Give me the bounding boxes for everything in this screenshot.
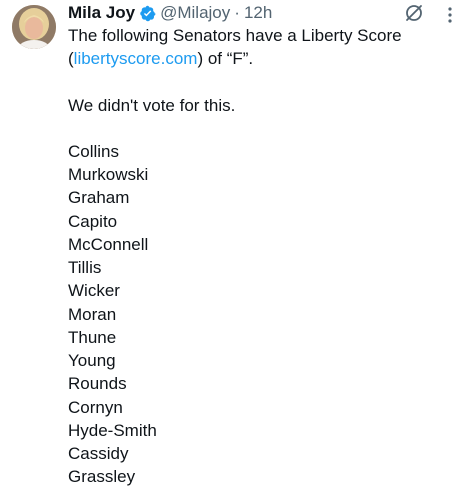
grok-icon[interactable] (404, 3, 424, 23)
user-handle[interactable]: @Milajoy (160, 2, 230, 24)
avatar-image (12, 5, 56, 49)
senator-name: Thune (68, 327, 117, 347)
senator-name: Collins (68, 141, 120, 161)
senator-name: Murkowski (68, 165, 149, 184)
more-options-icon[interactable] (441, 5, 459, 25)
senator-name: Wicker (68, 281, 120, 301)
senator-name: Tillis (68, 258, 102, 277)
tweet-header: Mila Joy @Milajoy · 12h (68, 2, 272, 24)
senator-name: Hyde-Smith (68, 420, 157, 440)
avatar[interactable] (12, 5, 56, 49)
tweet-statement: We didn't vote for this. (68, 95, 236, 115)
senator-name: Cornyn (68, 397, 123, 417)
senator-list: Collins Murkowski Graham Capito McConnel… (68, 140, 463, 489)
tweet: Mila Joy @Milajoy · 12h The following Se… (0, 0, 472, 500)
senator-name: Grassley (68, 467, 136, 487)
senator-name: Young (68, 351, 116, 370)
intro-text-end: ) of “F”. (197, 49, 254, 69)
header-separator: · (234, 3, 240, 22)
libertyscore-link[interactable]: libertyscore.com (74, 49, 198, 68)
verified-badge-icon (139, 5, 156, 22)
timestamp[interactable]: 12h (244, 2, 272, 24)
tweet-intro: The following Senators have a Liberty Sc… (68, 24, 463, 71)
senator-name: Moran (68, 304, 117, 324)
tweet-text: The following Senators have a Liberty Sc… (68, 24, 463, 489)
senator-name: McConnell (68, 234, 149, 254)
senator-name: Rounds (68, 374, 127, 394)
senator-name: Cassidy (68, 444, 129, 463)
senator-name: Capito (68, 211, 118, 231)
display-name[interactable]: Mila Joy (68, 2, 135, 24)
senator-name: Graham (68, 188, 130, 208)
